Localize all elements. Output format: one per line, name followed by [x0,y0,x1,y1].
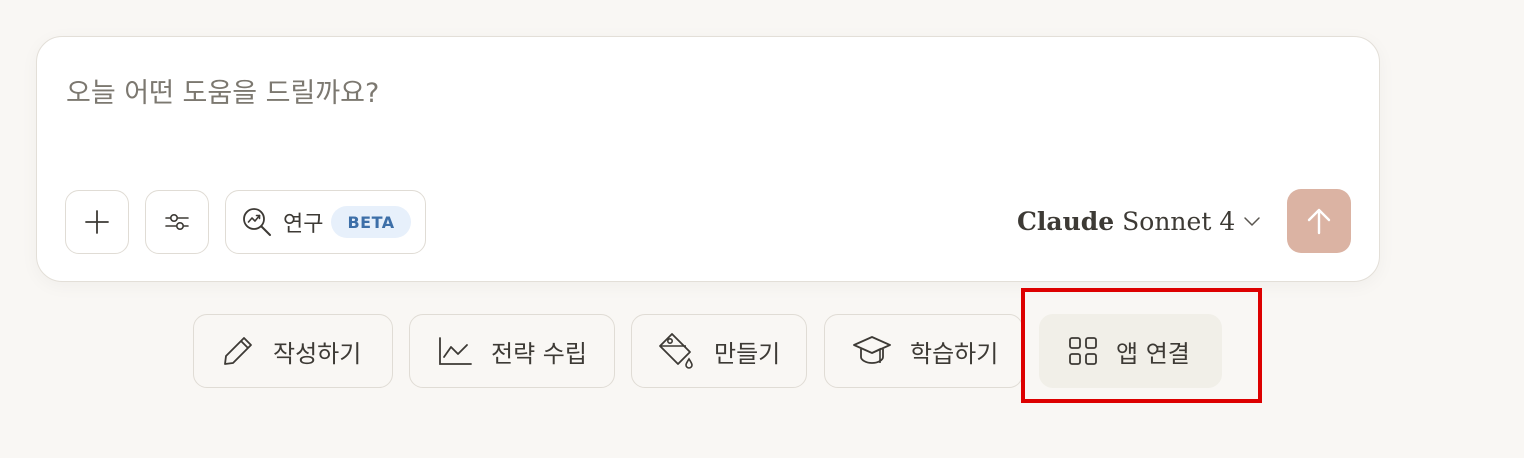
suggestion-label: 학습하기 [910,339,999,368]
prompt-input[interactable] [66,73,1346,113]
suggestion-create-button[interactable]: 만들기 [631,314,807,388]
research-label: 연구 [283,212,324,237]
suggestion-label: 앱 연결 [1116,339,1190,368]
suggestion-label: 만들기 [714,339,781,368]
send-button[interactable] [1287,189,1351,253]
suggestion-write-button[interactable]: 작성하기 [193,314,393,388]
beta-badge: BETA [331,206,411,238]
research-magnifier-icon [241,206,273,238]
chevron-down-icon [1243,215,1261,227]
grid-icon [1068,336,1098,366]
suggestion-learn-button[interactable]: 학습하기 [824,314,1023,388]
suggestion-connect-apps-button[interactable]: 앱 연결 [1039,314,1222,388]
suggestion-label: 작성하기 [273,339,362,368]
research-button[interactable]: 연구 BETA [225,190,426,254]
add-button[interactable] [65,190,129,254]
suggestion-strategy-button[interactable]: 전략 수립 [409,314,615,388]
plus-icon [83,208,111,236]
model-name: Sonnet 4 [1122,206,1236,236]
graduation-cap-icon [852,334,892,368]
arrow-up-icon [1305,206,1333,236]
chat-composer: 연구 BETA Claude Sonnet 4 [36,36,1380,282]
model-brand: Claude [1017,206,1115,236]
paint-bucket-icon [656,332,696,370]
sliders-icon [163,208,191,236]
line-chart-icon [437,335,473,367]
pencil-icon [221,334,255,368]
tools-button[interactable] [145,190,209,254]
suggestion-label: 전략 수립 [491,339,587,368]
model-selector[interactable]: Claude Sonnet 4 [1017,201,1261,241]
